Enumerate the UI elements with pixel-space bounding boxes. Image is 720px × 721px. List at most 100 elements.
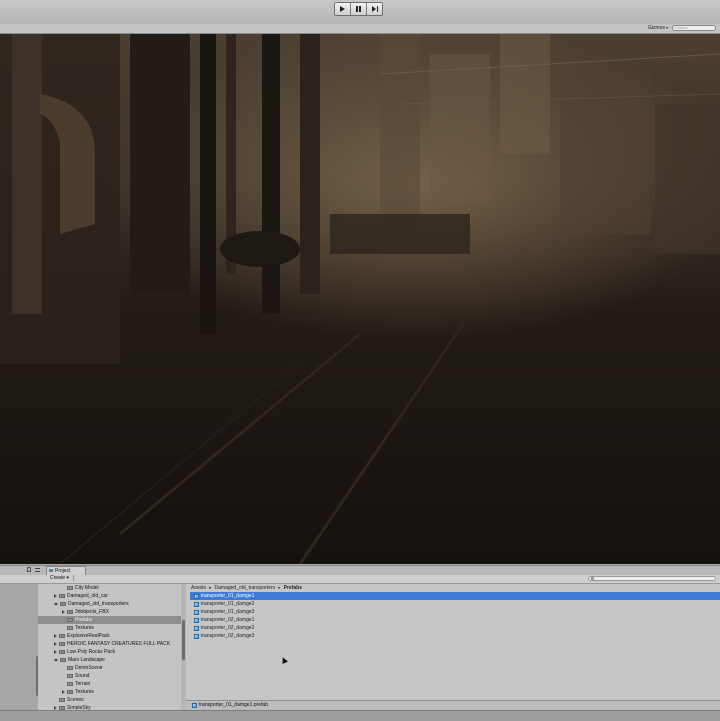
play-icon	[340, 6, 345, 12]
chevron-right-icon[interactable]	[54, 650, 57, 654]
tree-item[interactable]: Prefabs	[38, 616, 182, 624]
lock-icon[interactable]	[27, 567, 31, 572]
tree-item[interactable]: Textures	[38, 688, 94, 696]
asset-item-label: transporter_01_damge1	[201, 593, 255, 599]
tree-item-label: HEROIC FANTASY CREATURES FULL PACK	[67, 641, 171, 647]
folder-icon	[59, 698, 65, 702]
folder-icon	[59, 642, 65, 646]
chevron-right-icon[interactable]	[62, 690, 65, 694]
gizmos-label: Gizmos	[648, 25, 665, 31]
folder-icon	[60, 602, 66, 606]
project-statusbar: transporter_01_damge1.prefab	[186, 700, 720, 710]
folder-icon	[67, 682, 73, 686]
folder-icon	[59, 594, 65, 598]
project-search-input[interactable]	[588, 576, 716, 581]
chevron-down-icon: ▾	[66, 575, 69, 581]
pause-icon	[356, 6, 361, 12]
tree-item[interactable]: ExplosiveRealPack	[38, 632, 110, 640]
scene-render	[0, 34, 720, 564]
tree-item-label: Prefabs	[75, 617, 93, 623]
tree-item-label: Terrain	[75, 681, 91, 687]
tree-item[interactable]: Sound	[38, 672, 89, 680]
search-icon	[591, 577, 594, 580]
breadcrumb-separator: ▸	[209, 585, 212, 591]
playback-controls	[334, 2, 383, 16]
folder-icon	[59, 650, 65, 654]
asset-item-label: transporter_01_damge3	[201, 609, 255, 615]
tree-item-label: City Model	[75, 585, 99, 591]
tree-item-label: DemoScene	[75, 665, 103, 671]
create-button-label: Create	[50, 575, 66, 581]
gizmos-dropdown[interactable]: Gizmos▾	[648, 25, 668, 31]
tree-item[interactable]: City Model	[38, 584, 99, 592]
tree-item[interactable]: Textures	[38, 624, 94, 632]
asset-item[interactable]: transporter_02_damge3	[194, 632, 254, 640]
asset-item-label: transporter_01_damge2	[201, 601, 255, 607]
tree-item[interactable]: Damaged_old_transporters	[38, 600, 129, 608]
folder-tree: City Model Damaged_old_car Damaged_old_tra…	[38, 584, 183, 710]
chevron-down-icon: ▾	[665, 25, 668, 30]
panel-left-gutter	[0, 584, 38, 710]
project-toolbar: Create ▾	[0, 575, 720, 584]
step-button[interactable]	[367, 3, 382, 15]
tree-item[interactable]: Mars Landscape	[38, 656, 105, 664]
menu-icon[interactable]	[35, 568, 40, 572]
breadcrumb: Assets ▸ Damaged_old_transporters ▸ Prefabs	[191, 584, 302, 592]
tree-item[interactable]: Terrain	[38, 680, 90, 688]
folder-icon	[67, 626, 73, 630]
tree-item[interactable]: Damaged_old_car	[38, 592, 108, 600]
breadcrumb-item-current[interactable]: Prefabs	[284, 585, 302, 591]
tree-item[interactable]: 3dobjects_FBX	[38, 608, 109, 616]
pause-button[interactable]	[351, 3, 367, 15]
chevron-down-icon[interactable]	[54, 602, 58, 606]
tree-item[interactable]: HEROIC FANTASY CREATURES FULL PACK	[38, 640, 170, 648]
breadcrumb-item[interactable]: Damaged_old_transporters	[215, 585, 276, 591]
game-viewport[interactable]	[0, 34, 720, 564]
prefab-icon	[194, 593, 199, 599]
create-button[interactable]: Create ▾	[46, 575, 74, 582]
tree-item-label: Mars Landscape	[68, 657, 105, 663]
tree-item[interactable]: Low Poly Rocks Pack	[38, 648, 115, 656]
tree-item-label: Scenes	[67, 697, 84, 703]
hierarchy-search-input[interactable]: Search	[672, 25, 716, 31]
asset-item[interactable]: transporter_01_damge1	[190, 592, 720, 600]
chevron-right-icon[interactable]	[54, 642, 57, 646]
asset-list-pane	[186, 584, 720, 700]
bottom-bar	[0, 710, 720, 721]
tree-item[interactable]: Scenes	[38, 696, 84, 704]
tree-item-label: Damaged_old_transporters	[68, 601, 129, 607]
asset-item[interactable]: transporter_01_damge3	[194, 608, 254, 616]
tree-item-label: Textures	[75, 689, 94, 695]
asset-item[interactable]: transporter_02_damge2	[194, 624, 254, 632]
tab-project[interactable]: Project	[46, 566, 86, 575]
selected-asset-path: transporter_01_damge1.prefab	[199, 702, 268, 708]
folder-icon	[67, 618, 73, 622]
asset-item-label: transporter_02_damge3	[201, 633, 255, 639]
tree-item-label: Textures	[75, 625, 94, 631]
asset-item[interactable]: transporter_02_damge1	[194, 616, 254, 624]
tree-item[interactable]: DemoScene	[38, 664, 103, 672]
chevron-down-icon[interactable]	[54, 658, 58, 662]
prefab-icon	[192, 703, 197, 708]
asset-item[interactable]: transporter_01_damge2	[194, 600, 254, 608]
chevron-right-icon[interactable]	[54, 634, 57, 638]
play-button[interactable]	[335, 3, 351, 15]
chevron-right-icon[interactable]	[62, 610, 65, 614]
tree-item-label: Low Poly Rocks Pack	[67, 649, 116, 655]
breadcrumb-item[interactable]: Assets	[191, 585, 206, 591]
prefab-icon	[194, 601, 199, 607]
main-toolbar	[0, 0, 720, 25]
folder-icon	[67, 690, 73, 694]
tree-item-label: ExplosiveRealPack	[67, 633, 110, 639]
tree-item-label: 3dobjects_FBX	[75, 609, 109, 615]
scrollbar-thumb[interactable]	[182, 620, 185, 660]
breadcrumb-separator: ▸	[278, 585, 281, 591]
asset-item-label: transporter_02_damge2	[201, 625, 255, 631]
chevron-right-icon[interactable]	[54, 594, 57, 598]
prefab-icon	[194, 625, 199, 631]
prefab-icon	[194, 609, 199, 615]
folder-icon	[60, 658, 66, 662]
folder-icon	[67, 610, 73, 614]
step-icon	[371, 6, 378, 12]
tree-item-label: Sound	[75, 673, 90, 679]
